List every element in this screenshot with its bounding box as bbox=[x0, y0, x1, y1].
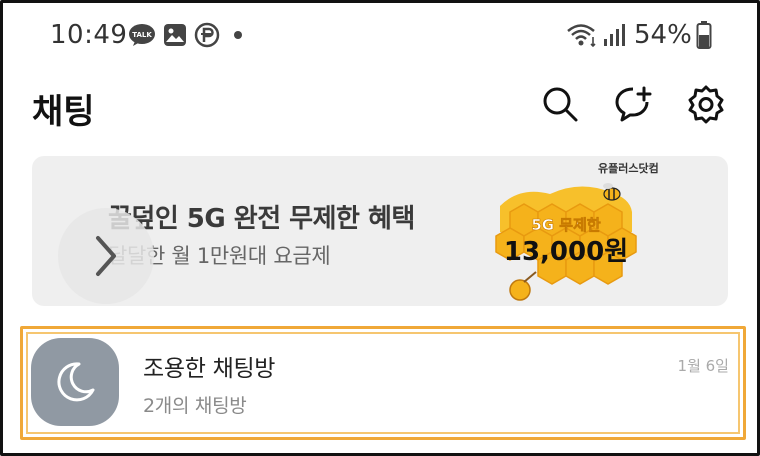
banner-title: 꿀덮인 5G 완전 무제한 혜택 bbox=[108, 204, 415, 234]
signal-icon bbox=[604, 24, 625, 46]
chat-list-item[interactable]: 조용한 채팅방 2개의 채팅방 1월 6일 bbox=[20, 326, 746, 440]
more-notifications-dot bbox=[234, 31, 242, 39]
chat-date: 1월 6일 bbox=[677, 357, 729, 375]
search-icon[interactable] bbox=[540, 84, 580, 124]
status-time: 10:49 bbox=[50, 20, 128, 50]
battery-icon bbox=[696, 21, 712, 49]
banner-badge-line2: 13,000원 bbox=[504, 237, 628, 267]
chevron-right-icon bbox=[96, 236, 116, 276]
promo-banner[interactable]: 꿀덮인 5G 완전 무제한 혜택 달달한 월 1만원대 요금제 유플러스닷컴 5… bbox=[32, 156, 728, 306]
battery-percent: 54% bbox=[634, 20, 692, 50]
chat-preview: 2개의 채팅방 bbox=[143, 395, 247, 417]
banner-next-button[interactable] bbox=[58, 208, 154, 304]
gallery-icon bbox=[164, 24, 186, 46]
chat-list-item-highlight bbox=[26, 332, 740, 434]
settings-icon[interactable] bbox=[686, 84, 726, 124]
avatar bbox=[31, 338, 119, 426]
new-chat-icon[interactable] bbox=[614, 84, 654, 124]
pay-icon bbox=[194, 22, 220, 48]
chat-name: 조용한 채팅방 bbox=[143, 356, 276, 382]
banner-badge-line1: 5G 무제한 bbox=[531, 216, 601, 234]
honeycomb-promo-image: 5G 무제한 13,000원 bbox=[495, 183, 637, 301]
honey-pot-icon bbox=[509, 271, 537, 301]
kakaotalk-talk-icon: TALK bbox=[129, 24, 155, 46]
moon-icon bbox=[57, 362, 95, 402]
page-title: 채팅 bbox=[32, 92, 95, 132]
wifi-icon bbox=[567, 24, 596, 48]
status-bar: 10:49 TALK 54% bbox=[0, 12, 760, 58]
bee-icon bbox=[603, 183, 621, 201]
svg-text:TALK: TALK bbox=[132, 31, 152, 39]
